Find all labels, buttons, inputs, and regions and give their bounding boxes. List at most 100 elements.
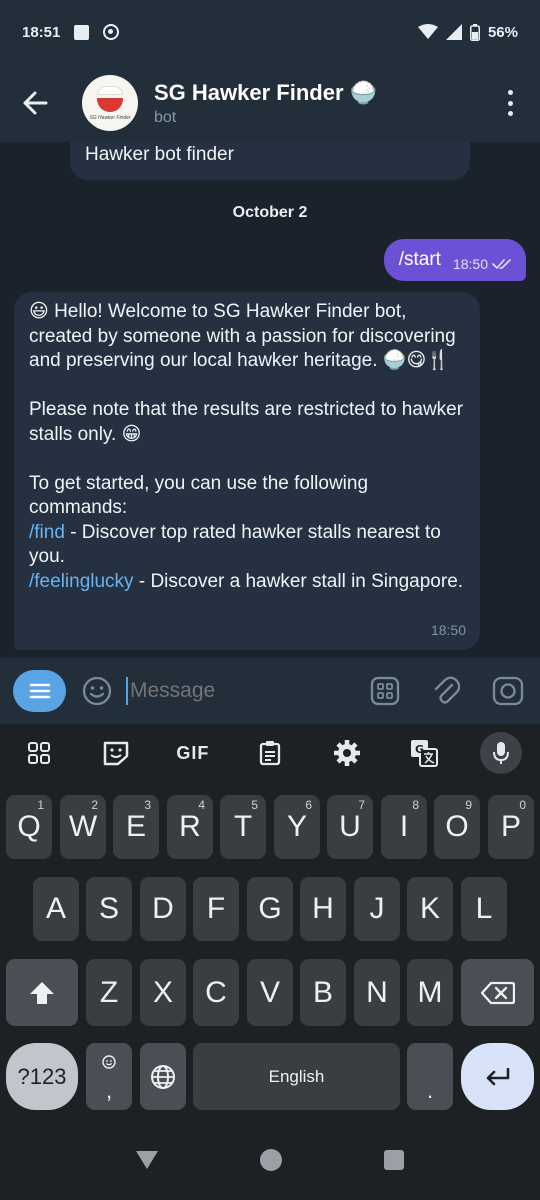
chat-title-block[interactable]: SG Hawker Finder 🍚 bot	[154, 80, 377, 127]
translate-icon: G	[411, 740, 439, 767]
bot-menu-button[interactable]	[13, 670, 66, 712]
keyboard: 1Q 2W 3E 4R 5T 6Y 7U 8I 9O 0P A S D F G …	[0, 782, 540, 1120]
rice-icon	[97, 85, 123, 95]
key-j[interactable]: J	[354, 877, 400, 941]
key-o[interactable]: 9O	[434, 795, 480, 859]
signal-icon	[445, 24, 462, 40]
screen-record-icon	[103, 24, 120, 40]
key-n[interactable]: N	[354, 959, 400, 1026]
key-c[interactable]: C	[193, 959, 239, 1026]
key-b[interactable]: B	[300, 959, 346, 1026]
key-d[interactable]: D	[140, 877, 186, 941]
chat-title: SG Hawker Finder 🍚	[154, 79, 378, 105]
commands-intro: To get started, you can use the followin…	[29, 472, 369, 519]
back-button[interactable]	[0, 64, 70, 142]
backspace-icon	[480, 981, 515, 1004]
apps-grid-button[interactable]	[0, 724, 77, 782]
double-check-icon	[492, 259, 511, 270]
key-s[interactable]: S	[86, 877, 132, 941]
comma-label: ,	[105, 1078, 113, 1103]
text-cursor	[126, 677, 128, 705]
period-key[interactable]: .	[407, 1043, 453, 1110]
nav-home-circle-icon[interactable]	[259, 1148, 283, 1172]
message-composer	[0, 658, 540, 724]
backspace-key[interactable]	[461, 959, 534, 1026]
menu-lines-icon	[29, 683, 50, 699]
command-feelinglucky-description: - Discover a hawker stall in Singapore.	[133, 570, 464, 592]
clipboard-icon	[259, 741, 281, 766]
command-lucky-line: /feelinglucky - Discover a hawker stall …	[29, 570, 465, 595]
emoji-comma-key[interactable]: ,	[86, 1043, 132, 1110]
outgoing-message-bubble[interactable]: /start 18:50	[383, 239, 526, 281]
microphone-icon	[493, 742, 510, 764]
gif-button[interactable]: GIF	[154, 724, 231, 782]
key-k[interactable]: K	[407, 877, 453, 941]
nav-back-triangle-icon[interactable]	[135, 1150, 159, 1170]
chat-history[interactable]: Hawker bot finder October 2 /start 18:50…	[0, 142, 540, 658]
nav-recents-square-icon[interactable]	[383, 1149, 405, 1171]
key-q[interactable]: 1Q	[6, 795, 52, 859]
commands-grid-icon[interactable]	[370, 676, 400, 706]
key-v[interactable]: V	[247, 959, 293, 1026]
outgoing-message-text: /start	[398, 249, 441, 270]
translate-button[interactable]: G	[386, 724, 463, 782]
key-g[interactable]: G	[247, 877, 293, 941]
wifi-icon	[417, 24, 438, 39]
key-y[interactable]: 6Y	[274, 795, 320, 859]
more-options-icon[interactable]	[500, 90, 520, 116]
key-t[interactable]: 5T	[220, 795, 266, 859]
command-find-line: /find - Discover top rated hawker stalls…	[29, 521, 465, 570]
keyboard-toolbar: GIF G	[0, 724, 540, 782]
command-find-description: - Discover top rated hawker stalls neare…	[29, 521, 441, 568]
key-m[interactable]: M	[407, 959, 453, 1026]
key-x[interactable]: X	[140, 959, 186, 1026]
emoji-icon[interactable]	[82, 676, 112, 706]
bot-avatar[interactable]: SG Hawker Finder	[82, 75, 138, 131]
status-time: 18:51	[22, 23, 61, 41]
command-feelinglucky-link[interactable]: /feelinglucky	[29, 571, 134, 592]
key-f[interactable]: F	[193, 877, 239, 941]
sticker-icon	[103, 741, 128, 766]
key-w[interactable]: 2W	[60, 795, 106, 859]
camera-icon[interactable]	[492, 676, 524, 706]
chat-header: SG Hawker Finder SG Hawker Finder 🍚 bot	[0, 64, 540, 142]
gif-label: GIF	[176, 742, 210, 763]
key-h[interactable]: H	[300, 877, 346, 941]
command-find-link[interactable]: /find	[29, 522, 65, 543]
emoji-small-icon	[102, 1055, 116, 1069]
gear-icon	[334, 740, 361, 766]
key-p[interactable]: 0P	[488, 795, 534, 859]
previous-message-bubble: Hawker bot finder	[70, 142, 470, 180]
incoming-message-time: 18:50	[430, 621, 466, 638]
system-navigation-bar	[0, 1120, 540, 1200]
globe-icon	[151, 1064, 175, 1089]
notification-square-icon	[74, 24, 90, 40]
period-label: .	[426, 1078, 434, 1103]
key-i[interactable]: 8I	[381, 795, 427, 859]
outgoing-message-time: 18:50	[452, 256, 488, 272]
clipboard-button[interactable]	[231, 724, 308, 782]
space-key[interactable]: English	[193, 1043, 400, 1110]
incoming-message-bubble[interactable]: 😃 Hello! Welcome to SG Hawker Finder bot…	[14, 292, 480, 650]
chat-subtitle: bot	[154, 108, 177, 126]
svg-text:G: G	[415, 743, 424, 756]
message-input[interactable]	[130, 679, 330, 703]
shift-key[interactable]	[6, 959, 78, 1026]
shift-arrow-icon	[30, 981, 54, 1004]
attach-paperclip-icon[interactable]	[432, 676, 460, 706]
key-l[interactable]: L	[461, 877, 507, 941]
voice-input-button[interactable]	[480, 732, 523, 774]
key-r[interactable]: 4R	[167, 795, 213, 859]
sticker-button[interactable]	[77, 724, 154, 782]
key-e[interactable]: 3E	[113, 795, 159, 859]
key-u[interactable]: 7U	[327, 795, 373, 859]
enter-key[interactable]	[461, 1043, 534, 1110]
symbols-key[interactable]: ?123	[6, 1043, 78, 1110]
outgoing-message-meta: 18:50	[453, 256, 512, 272]
key-z[interactable]: Z	[86, 959, 132, 1026]
settings-button[interactable]	[309, 724, 386, 782]
restriction-note: Please note that the results are restric…	[29, 399, 464, 445]
key-a[interactable]: A	[33, 877, 79, 941]
language-key[interactable]	[140, 1043, 186, 1110]
welcome-text: 😃 Hello! Welcome to SG Hawker Finder bot…	[29, 301, 456, 371]
